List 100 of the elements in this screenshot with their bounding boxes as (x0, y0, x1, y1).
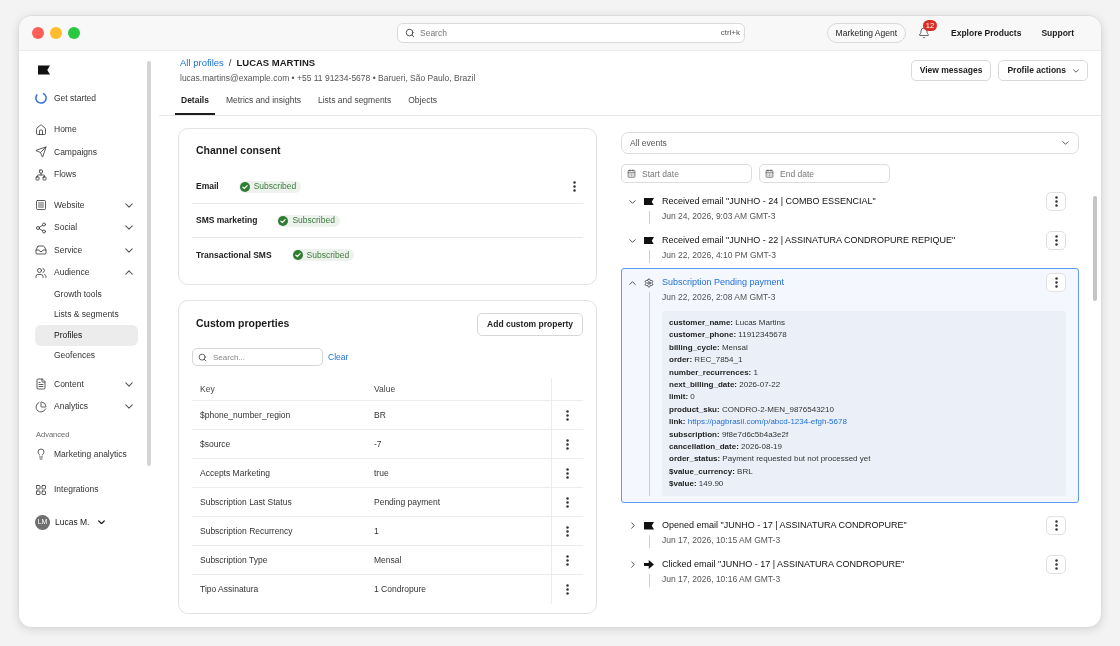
clear-link[interactable]: Clear (328, 350, 349, 364)
timeline-line (648, 574, 650, 588)
chevron-down-icon (1062, 141, 1069, 145)
tab[interactable]: Metrics and insights (219, 88, 307, 115)
calendar-icon (627, 169, 636, 178)
table-cell: -7 (374, 437, 382, 451)
nav-item[interactable]: Social (31, 216, 138, 239)
table-cell: Subscription Type (200, 553, 268, 567)
flag-icon (644, 236, 654, 245)
kebab-menu-icon[interactable] (566, 467, 569, 479)
event-property: next_billing_date: 2026-07-22 (669, 378, 782, 391)
arrow-right-icon (644, 560, 654, 570)
header-action-button[interactable]: View messages (910, 60, 992, 81)
kebab-menu-icon[interactable] (566, 554, 569, 566)
event-property: $value: 149.90 (669, 478, 725, 491)
add-property-button[interactable]: Add custom property (477, 312, 583, 336)
event-item[interactable]: Opened email "JUNHO - 17 | ASSINATURA CONDROPURE" Jun 17, 2026, 10:15 AM GMT-3 (621, 514, 1079, 554)
event-property: product_sku: CONDRO-2-MEN_9876543210 (669, 403, 835, 416)
search-icon (198, 352, 207, 362)
more-options-button[interactable] (1046, 231, 1066, 250)
event-property: billing_cycle: Mensal (669, 341, 749, 354)
more-options-button[interactable] (1046, 555, 1066, 575)
tab[interactable]: Objects (402, 88, 444, 115)
more-options-button[interactable] (1046, 516, 1066, 536)
table-cell: true (374, 466, 389, 480)
nav-link[interactable]: Explore Products (951, 26, 1022, 40)
document-icon (35, 378, 47, 391)
nav-item[interactable]: Campaigns (31, 141, 138, 164)
nav-item[interactable]: Audience (31, 261, 138, 284)
property-search-field[interactable]: Search... (192, 348, 323, 366)
nav-item[interactable]: Flows (31, 163, 138, 186)
nav-item[interactable]: Lists & segments (35, 304, 138, 325)
kebab-menu-icon[interactable] (566, 584, 569, 595)
table-cell: BR (374, 408, 386, 422)
chevron-down-icon[interactable] (629, 238, 636, 243)
nav-item[interactable]: Service (31, 239, 138, 262)
event-filter-select[interactable]: All events (621, 132, 1079, 154)
kebab-menu-icon[interactable] (566, 496, 569, 508)
event-time: Jun 17, 2026, 10:15 AM GMT-3 (662, 534, 782, 548)
nav-link[interactable]: Support (1041, 26, 1074, 40)
timeline-line (648, 250, 650, 263)
tab[interactable]: Details (175, 88, 215, 115)
share-icon (35, 221, 47, 234)
nav-item[interactable]: Content (31, 373, 138, 396)
channel-label: Transactional SMS (196, 248, 272, 262)
nav-item[interactable]: Marketing analytics (31, 443, 138, 466)
gear-icon (644, 277, 654, 288)
chevron-down-icon[interactable] (629, 199, 636, 204)
chevron-down-icon (97, 519, 105, 525)
scrollbar-thumb[interactable] (1093, 196, 1097, 301)
more-options-button[interactable] (1046, 192, 1066, 211)
check-circle-icon (278, 215, 289, 226)
inbox-icon (35, 244, 47, 257)
nav-item[interactable]: Growth tools (35, 284, 138, 305)
tab[interactable]: Lists and segments (312, 88, 398, 115)
nav-item[interactable]: Profiles (35, 325, 138, 346)
agent-button[interactable]: Marketing Agent (826, 23, 907, 43)
property-link[interactable]: https://pagbrasil.com/p/abcd-1234-efgh-5678 (687, 417, 847, 427)
nav-item[interactable]: Get started (31, 87, 138, 110)
kebab-menu-icon (1054, 277, 1058, 288)
kebab-menu-icon[interactable] (573, 181, 576, 192)
date-field[interactable]: Start date (621, 164, 752, 183)
lightbulb-icon (35, 448, 47, 461)
nav-item[interactable]: Website (31, 194, 138, 217)
table-cell: Mensal (374, 553, 402, 567)
timeline-line (648, 211, 650, 224)
bell-icon[interactable] (918, 27, 931, 39)
chevron-up-icon[interactable] (629, 280, 636, 285)
channel-label: SMS marketing (196, 214, 258, 227)
window-close-button[interactable] (32, 27, 44, 39)
nav-item[interactable]: Integrations (31, 478, 138, 501)
kebab-menu-icon (1054, 235, 1058, 246)
nav-item[interactable]: Geofences (35, 345, 138, 366)
paper-plane-icon (35, 146, 47, 159)
kebab-menu-icon[interactable] (566, 409, 569, 421)
more-options-button[interactable] (1046, 273, 1066, 292)
chevron-right-icon[interactable] (630, 561, 635, 569)
scrollbar-thumb[interactable] (147, 61, 151, 466)
column-header: Key (200, 382, 215, 396)
date-field[interactable]: End date (759, 164, 890, 183)
header-action-button[interactable]: Profile actions (998, 60, 1088, 81)
flag-logo[interactable] (38, 65, 50, 75)
chevron-right-icon[interactable] (630, 522, 635, 530)
shortcut-hint: ctrl+k (720, 28, 740, 38)
nav-item[interactable]: Home (31, 118, 138, 141)
nav-item[interactable]: Analytics (31, 395, 138, 418)
event-time: Jun 17, 2026, 10:16 AM GMT-3 (662, 573, 782, 587)
progress-ring-icon (35, 92, 47, 105)
check-circle-icon (292, 250, 303, 260)
event-item[interactable]: Clicked email "JUNHO - 17 | ASSINATURA CONDROPURE" Jun 17, 2026, 10:16 AM GMT-3 (621, 553, 1079, 593)
event-item[interactable]: Received email "JUNHO - 22 | ASSINATURA CONDROPURE REPIQUE" Jun 22, 2026, 4:10 PM GMT-3 (621, 229, 1079, 268)
table-cell: Accepts Marketing (200, 466, 270, 480)
card-title: Channel consent (195, 143, 282, 157)
breadcrumb-link[interactable]: All profiles (180, 55, 224, 71)
chevron-down-icon (1073, 68, 1079, 73)
kebab-menu-icon[interactable] (566, 438, 569, 450)
event-item[interactable]: Received email "JUNHO - 24 | COMBO ESSENCIAL" Jun 24, 2026, 9:03 AM GMT-3 (621, 190, 1079, 229)
kebab-menu-icon (1054, 559, 1058, 571)
event-item[interactable] (621, 268, 1079, 504)
kebab-menu-icon[interactable] (566, 525, 569, 537)
